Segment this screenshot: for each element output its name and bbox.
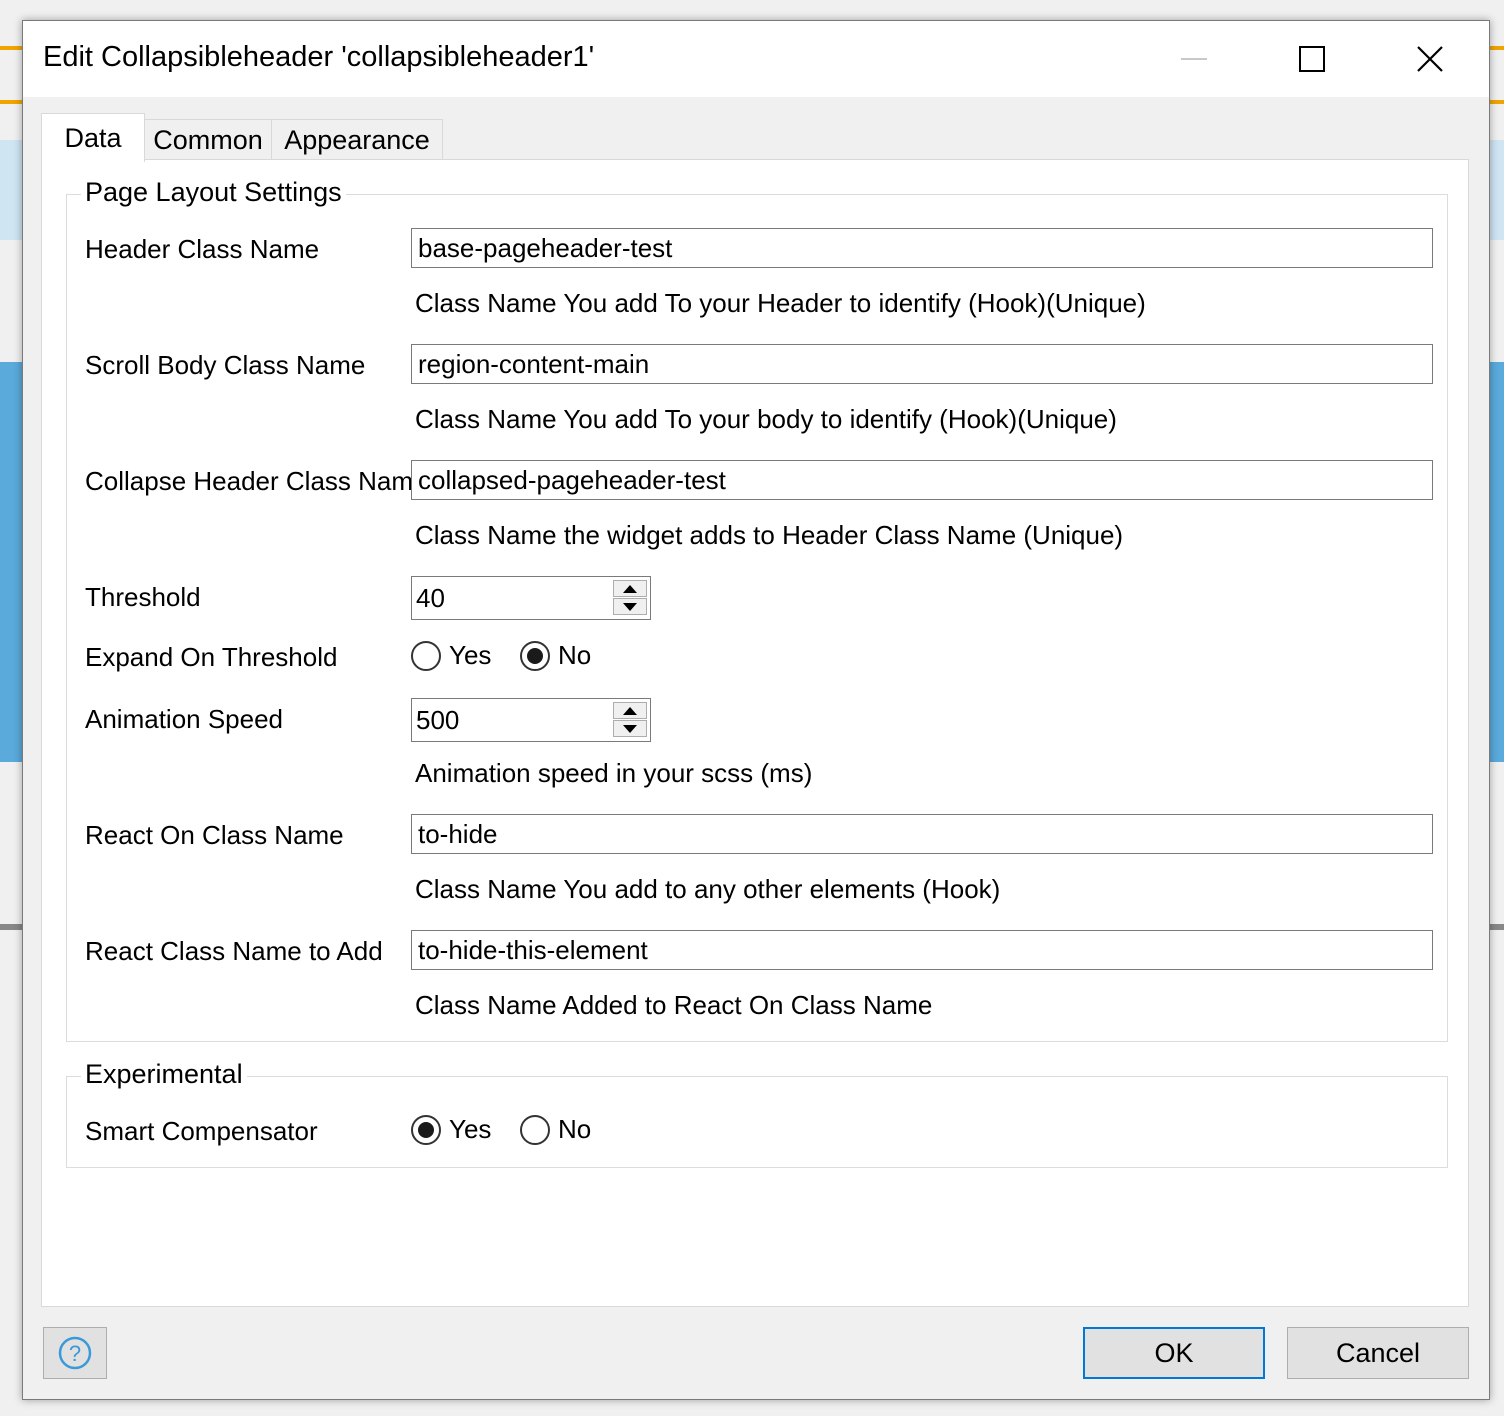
background-panel: [0, 362, 24, 762]
tab-panel-data: Page Layout Settings Header Class Name C…: [41, 159, 1469, 1307]
radio-selected-dot: [527, 647, 543, 664]
scroll-body-class-label: Scroll Body Class Name: [85, 350, 366, 380]
expand-no-radio[interactable]: No: [520, 640, 591, 671]
background-accent: [0, 46, 24, 50]
close-button[interactable]: [1371, 21, 1489, 97]
background-accent: [0, 100, 24, 104]
collapse-header-class-label: Collapse Header Class Name: [85, 466, 411, 496]
radio-label: No: [558, 1114, 592, 1144]
smart-compensator-label: Smart Compensator: [85, 1116, 318, 1146]
radio-label: Yes: [449, 1114, 492, 1144]
spinner-down-button[interactable]: [613, 720, 647, 737]
spinner-up-button[interactable]: [613, 702, 647, 719]
animation-speed-label: Animation Speed: [85, 704, 284, 734]
smart-compensator-yes-radio[interactable]: Yes: [411, 1114, 491, 1145]
animation-speed-hint: Animation speed in your scss (ms): [415, 758, 813, 788]
scroll-body-class-input[interactable]: [411, 344, 1433, 384]
edit-dialog: Edit Collapsibleheader 'collapsibleheade…: [22, 20, 1490, 1400]
header-class-input[interactable]: [411, 228, 1433, 268]
spinner-arrows: [613, 580, 647, 616]
smart-compensator-no-radio[interactable]: No: [520, 1114, 591, 1145]
radio-circle: [520, 640, 550, 671]
ok-button[interactable]: OK: [1083, 1327, 1265, 1379]
background-accent: [1488, 46, 1504, 50]
help-button[interactable]: ?: [43, 1327, 107, 1379]
radio-circle: [411, 1114, 441, 1145]
spinner-down-button[interactable]: [613, 598, 647, 615]
arrow-down-icon: [623, 602, 637, 611]
svg-text:?: ?: [69, 1341, 81, 1366]
animation-speed-spinner[interactable]: 500: [411, 698, 651, 742]
arrow-up-icon: [623, 706, 637, 715]
minimize-icon: [1181, 58, 1207, 60]
arrow-up-icon: [623, 584, 637, 593]
threshold-spinner[interactable]: 40: [411, 576, 651, 620]
spinner-up-button[interactable]: [613, 580, 647, 597]
collapse-header-class-input[interactable]: [411, 460, 1433, 500]
group-title: Experimental: [81, 1059, 247, 1090]
react-on-class-hint: Class Name You add to any other elements…: [415, 874, 1001, 904]
tab-data[interactable]: Data: [41, 113, 145, 162]
background-divider: [0, 924, 24, 930]
maximize-button[interactable]: [1253, 21, 1371, 97]
close-icon: [1417, 46, 1443, 72]
tab-appearance[interactable]: Appearance: [271, 119, 443, 160]
maximize-icon: [1299, 46, 1325, 72]
radio-circle: [411, 640, 441, 671]
radio-label: Yes: [449, 640, 492, 670]
radio-selected-dot: [418, 1121, 434, 1138]
react-class-to-add-hint: Class Name Added to React On Class Name: [415, 990, 933, 1020]
background-panel: [1488, 362, 1504, 762]
background-divider: [1488, 924, 1504, 930]
react-class-to-add-input[interactable]: [411, 930, 1433, 970]
help-circle-icon: ?: [58, 1336, 92, 1370]
react-on-class-label: React On Class Name: [85, 820, 344, 850]
title-bar[interactable]: Edit Collapsibleheader 'collapsibleheade…: [23, 21, 1489, 97]
minimize-button[interactable]: [1135, 21, 1253, 97]
threshold-value[interactable]: 40: [416, 579, 445, 617]
collapse-header-class-hint: Class Name the widget adds to Header Cla…: [415, 520, 1124, 550]
animation-speed-value[interactable]: 500: [416, 701, 459, 739]
react-class-to-add-label: React Class Name to Add: [85, 936, 383, 966]
header-class-hint: Class Name You add To your Header to ide…: [415, 288, 1146, 318]
page-layout-settings-group: Page Layout Settings: [66, 177, 1448, 1042]
spinner-arrows: [613, 702, 647, 738]
scroll-body-class-hint: Class Name You add To your body to ident…: [415, 404, 1117, 434]
expand-yes-radio[interactable]: Yes: [411, 640, 491, 671]
radio-label: No: [558, 640, 592, 670]
header-class-label: Header Class Name: [85, 234, 320, 264]
expand-on-threshold-label: Expand On Threshold: [85, 642, 338, 672]
tab-common[interactable]: Common: [143, 119, 273, 160]
group-title: Page Layout Settings: [81, 177, 346, 208]
react-on-class-input[interactable]: [411, 814, 1433, 854]
cancel-button[interactable]: Cancel: [1287, 1327, 1469, 1379]
radio-circle: [520, 1114, 550, 1145]
background-accent: [1488, 100, 1504, 104]
background-panel: [0, 140, 24, 240]
arrow-down-icon: [623, 724, 637, 733]
background-panel: [1488, 140, 1504, 240]
threshold-label: Threshold: [85, 582, 201, 612]
window-title: Edit Collapsibleheader 'collapsibleheade…: [43, 41, 595, 73]
